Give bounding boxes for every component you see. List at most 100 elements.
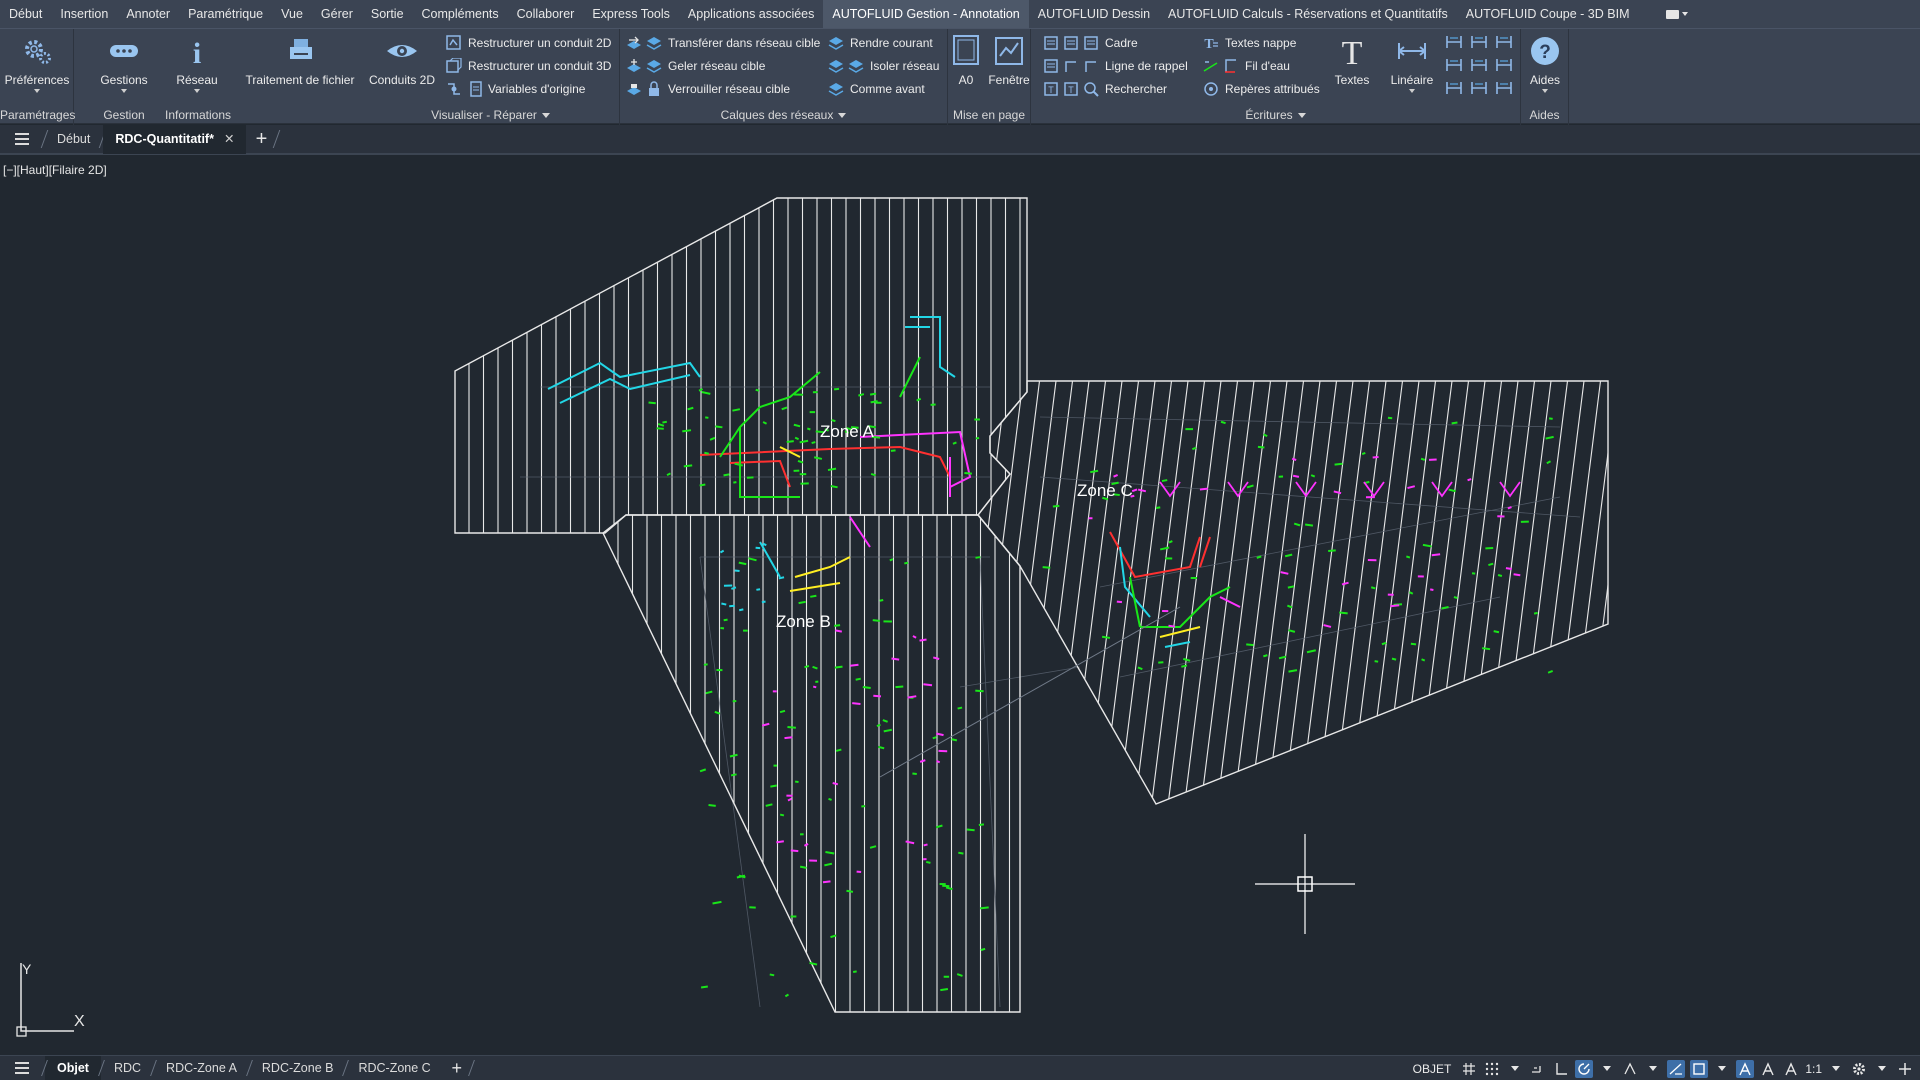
aligned-dim-icon[interactable] — [1445, 33, 1463, 51]
menu-item[interactable]: Paramétrique — [179, 0, 272, 28]
snap-dots-icon[interactable] — [1483, 1060, 1501, 1078]
drawing-canvas[interactable]: [−][Haut][Filaire 2D] Zone A Zone B Zone… — [0, 157, 1920, 1055]
chevron-down-icon[interactable] — [1598, 1060, 1616, 1078]
textes-nappe-button[interactable]: T Textes nappe — [1203, 33, 1296, 53]
preferences-button[interactable]: Préférences — [0, 33, 76, 93]
chevron-down-icon[interactable] — [1827, 1060, 1845, 1078]
close-icon[interactable]: ✕ — [224, 132, 234, 146]
infer-constraints-icon[interactable] — [1529, 1060, 1547, 1078]
menu-item[interactable]: Sortie — [362, 0, 413, 28]
panel-title-ecritures[interactable]: Écritures — [1031, 107, 1520, 123]
chevron-down-icon[interactable] — [1873, 1060, 1891, 1078]
layout-tab[interactable]: RDC-Zone B — [250, 1056, 346, 1080]
isoler-reseau-button[interactable]: Isoler réseau — [828, 56, 939, 76]
equipment-mark — [1341, 581, 1349, 586]
ucs-x-label: X — [74, 1013, 85, 1030]
layout-tab[interactable]: RDC-Zone C — [346, 1056, 442, 1080]
menu-item[interactable]: AUTOFLUID Calculs - Réservations et Quan… — [1159, 0, 1457, 28]
menu-item[interactable]: AUTOFLUID Coupe - 3D BIM — [1457, 0, 1639, 28]
equipment-mark — [708, 804, 716, 807]
hatch-line — [1163, 381, 1225, 804]
rechercher-button[interactable]: T T Rechercher — [1043, 79, 1167, 99]
auto-scale-icon[interactable] — [1759, 1060, 1777, 1078]
menu-item[interactable]: Collaborer — [508, 0, 584, 28]
grid-icon[interactable] — [1460, 1060, 1478, 1078]
transferer-reseau-cible-button[interactable]: Transférer dans réseau cible — [626, 33, 820, 53]
equipment-mark — [825, 851, 835, 855]
hamburger-menu-icon[interactable] — [0, 1056, 44, 1080]
tab-rdc-quantitatif[interactable]: RDC-Quantitatif* ✕ — [103, 124, 247, 154]
geler-reseau-cible-button[interactable]: Geler réseau cible — [626, 56, 765, 76]
menu-item[interactable]: Compléments — [413, 0, 508, 28]
ribbon-display-toggle-icon[interactable] — [1666, 8, 1689, 20]
equipment-mark — [1155, 506, 1161, 510]
comme-avant-button[interactable]: Comme avant — [828, 79, 925, 99]
plus-icon[interactable] — [1896, 1060, 1914, 1078]
gear-icon[interactable] — [1850, 1060, 1868, 1078]
tab-debut[interactable]: Début — [45, 124, 102, 154]
textes-button[interactable]: T Textes — [1327, 33, 1377, 87]
aides-button[interactable]: ? Aides — [1506, 33, 1584, 93]
rendre-courant-button[interactable]: Rendre courant — [828, 33, 933, 53]
traitement-fichier-button[interactable]: Traitement de fichier — [238, 33, 362, 87]
object-snap-icon[interactable] — [1690, 1059, 1709, 1078]
fil-eau-button[interactable]: Fil d'eau — [1203, 56, 1290, 76]
menu-item[interactable]: Début — [0, 0, 51, 28]
conduits-2d-button[interactable]: Conduits 2D — [362, 33, 442, 87]
menu-item[interactable]: AUTOFLUID Dessin — [1029, 0, 1159, 28]
reseau-button[interactable]: i Réseau — [158, 33, 236, 93]
chevron-down-icon[interactable] — [1506, 1060, 1524, 1078]
reperes-attribues-button[interactable]: Repères attribués — [1203, 79, 1320, 99]
layout-tab[interactable]: RDC-Zone A — [154, 1056, 249, 1080]
equipment-mark — [1220, 420, 1226, 425]
menu-item[interactable]: AUTOFLUID Gestion - Annotation — [823, 0, 1029, 28]
angular-dim-icon[interactable] — [1470, 33, 1488, 51]
new-layout-button[interactable]: + — [443, 1058, 471, 1079]
ortho-icon[interactable] — [1552, 1060, 1570, 1078]
menu-item[interactable]: Applications associées — [679, 0, 823, 28]
a0-button[interactable]: A0 — [946, 33, 986, 87]
layout-tab[interactable]: RDC — [102, 1056, 153, 1080]
gestions-button[interactable]: Gestions — [85, 33, 163, 93]
background-architecture — [520, 386, 1581, 1008]
variables-origine-button[interactable]: Variables d'origine — [446, 79, 585, 99]
menu-item[interactable]: Express Tools — [583, 0, 679, 28]
annotation-scale-icon[interactable] — [1782, 1060, 1800, 1078]
equipment-mark — [869, 392, 877, 396]
chevron-down-icon[interactable] — [1644, 1060, 1662, 1078]
panel-parametrages: Préférences Paramétrages — [0, 29, 76, 125]
menu-item[interactable]: Gérer — [312, 0, 362, 28]
menu-item[interactable]: Insertion — [51, 0, 117, 28]
continue-dim-icon[interactable] — [1470, 56, 1488, 74]
equipment-mark — [980, 947, 986, 952]
model-space-toggle[interactable]: OBJET — [1413, 1062, 1452, 1076]
restructurer-conduit-3d-button[interactable]: Restructurer un conduit 3D — [446, 56, 611, 76]
panel-title-calques-reseaux[interactable]: Calques des réseaux — [620, 107, 947, 123]
new-tab-button[interactable]: + — [246, 124, 276, 154]
hamburger-menu-icon[interactable] — [0, 124, 44, 154]
object-snap-tracking-icon[interactable] — [1667, 1059, 1686, 1078]
equipment-mark — [1410, 642, 1417, 646]
ligne-rappel-button[interactable]: Ligne de rappel — [1043, 56, 1188, 76]
annotation-visibility-icon[interactable] — [1736, 1059, 1755, 1078]
linear-dimension-icon — [1394, 33, 1430, 69]
chevron-down-icon[interactable] — [1713, 1060, 1731, 1078]
vertical-dim-icon[interactable] — [1445, 56, 1463, 74]
equipment-mark — [1263, 654, 1268, 658]
isometric-icon[interactable] — [1621, 1060, 1639, 1078]
horizontal-dim-icon[interactable] — [1445, 79, 1463, 97]
equipment-mark — [1505, 567, 1512, 571]
layout-tab[interactable]: Objet — [45, 1055, 101, 1080]
menu-item[interactable]: Vue — [272, 0, 312, 28]
menu-item[interactable]: Annoter — [117, 0, 179, 28]
panel-title-visualiser-reparer[interactable]: Visualiser - Réparer — [362, 107, 619, 123]
annotation-scale-value[interactable]: 1:1 — [1805, 1062, 1822, 1076]
ordinate-dim-icon[interactable] — [1470, 79, 1488, 97]
verrouiller-reseau-cible-button[interactable]: Verrouiller réseau cible — [626, 79, 790, 99]
lineaire-button[interactable]: Linéaire — [1387, 33, 1437, 93]
equipment-mark — [699, 483, 706, 487]
fenetre-button[interactable]: Fenêtre — [986, 33, 1032, 87]
restructurer-conduit-2d-button[interactable]: Restructurer un conduit 2D — [446, 33, 611, 53]
cadre-button[interactable]: Cadre — [1043, 33, 1138, 53]
polar-tracking-icon[interactable] — [1575, 1059, 1594, 1078]
